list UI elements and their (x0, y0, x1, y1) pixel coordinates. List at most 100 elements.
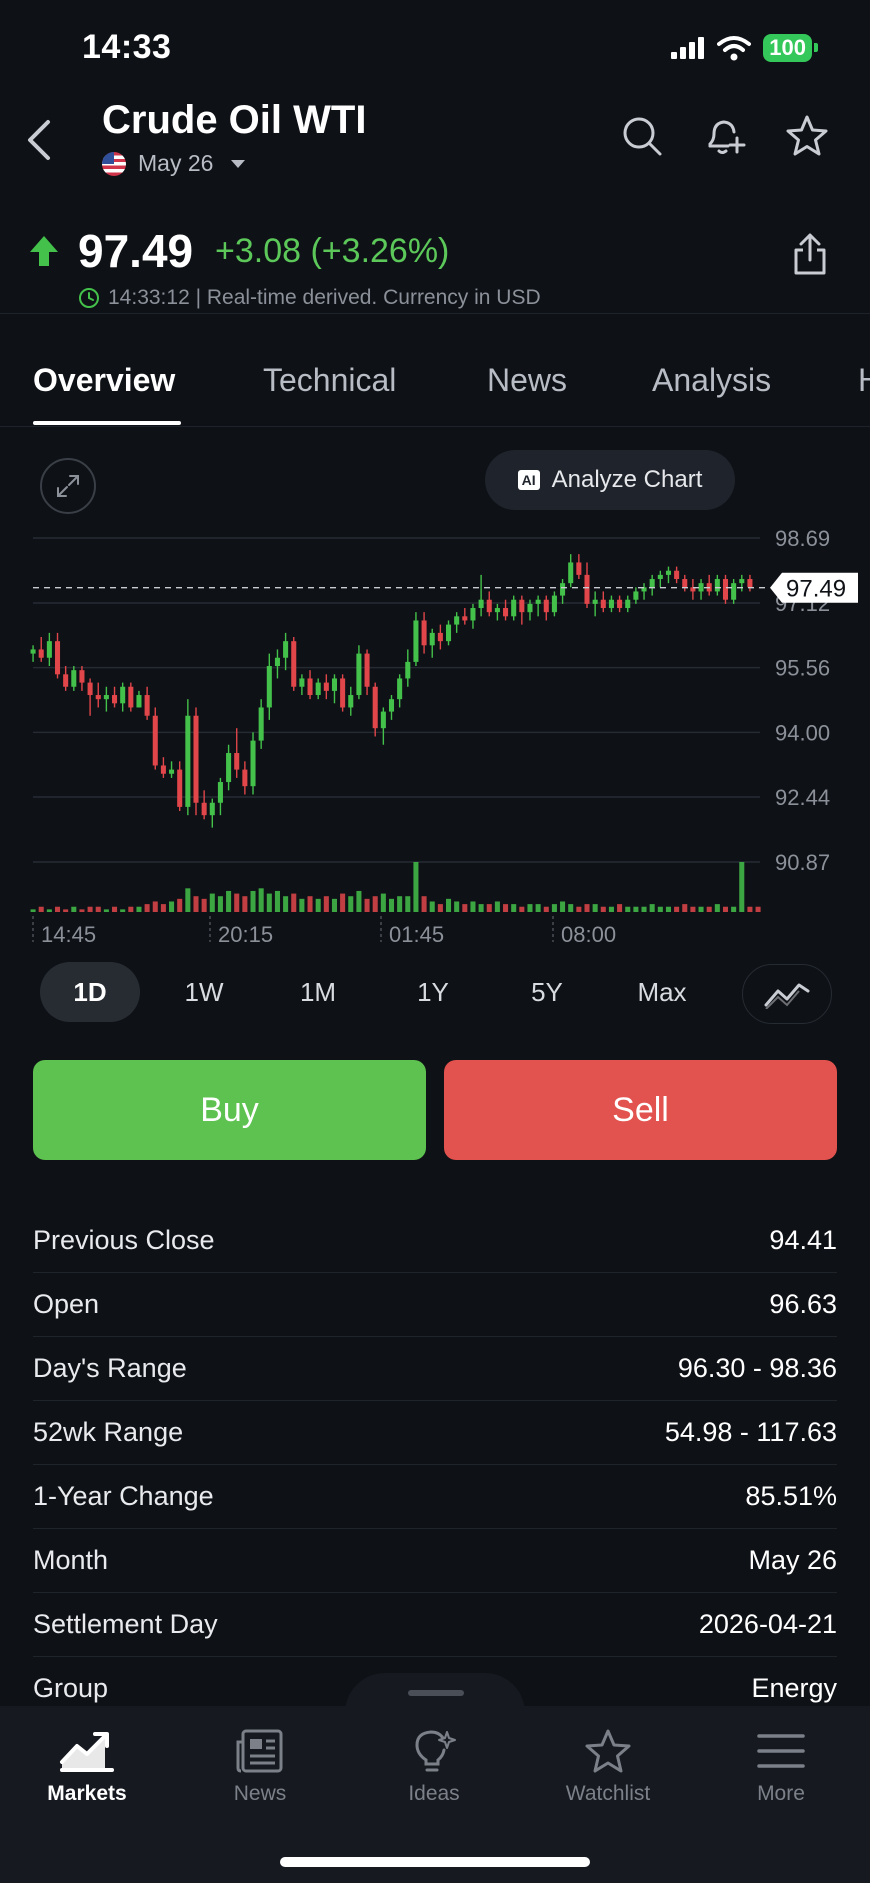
tab-technical[interactable]: Technical (263, 362, 396, 399)
candle-body (413, 620, 419, 662)
volume-bar (291, 893, 297, 912)
candle-body (258, 707, 264, 741)
candle-body (315, 682, 321, 696)
candle-body (209, 802, 215, 816)
sell-button[interactable]: Sell (444, 1060, 837, 1160)
tab-overflow[interactable]: H (858, 362, 870, 399)
candle-body (201, 802, 207, 816)
volume-bar (274, 890, 280, 912)
star-outline-icon[interactable] (784, 114, 830, 158)
nav-label: Watchlist (565, 1782, 651, 1805)
stat-label: Open (33, 1289, 100, 1319)
candle-body (30, 649, 36, 654)
volume-bar (584, 904, 590, 912)
sheet-drag-handle[interactable] (408, 1690, 464, 1696)
nav-watchlist[interactable]: Watchlist (533, 1728, 683, 1806)
volume-bar (380, 893, 386, 912)
nav-ideas[interactable]: Ideas (359, 1728, 509, 1806)
x-tick-label: 20:15 (218, 922, 273, 947)
candle-body (234, 753, 240, 770)
analyze-chart-label: Analyze Chart (551, 466, 703, 493)
candle-body (494, 608, 500, 613)
tab-analysis[interactable]: Analysis (652, 362, 771, 399)
price-chart[interactable]: 98.6997.1295.5694.0092.4490.8797.4914:45… (0, 520, 870, 950)
contract-selector[interactable]: May 26 (102, 150, 246, 177)
analyze-chart-button[interactable]: AI Analyze Chart (485, 450, 735, 510)
candle-body (299, 678, 305, 687)
volume-bar (112, 906, 118, 912)
stat-value: 54.98 - 117.63 (664, 1417, 837, 1447)
stat-label: Settlement Day (33, 1609, 218, 1639)
key-stats-list: Previous Close 94.41 Open 96.63 Day's Rang… (33, 1209, 837, 1721)
candle-body (193, 715, 199, 803)
volume-bar (747, 906, 753, 912)
last-price: 97.49 (78, 225, 194, 277)
volume-bar (519, 906, 525, 912)
period-1w[interactable]: 1W (154, 962, 254, 1022)
stat-label: Group (33, 1673, 109, 1703)
stat-row: 52wk Range 54.98 - 117.63 (33, 1401, 837, 1465)
share-icon[interactable] (792, 232, 828, 276)
volume-bar (503, 904, 509, 912)
volume-bar (217, 896, 223, 912)
nav-markets[interactable]: Markets (12, 1728, 162, 1806)
tab-overview[interactable]: Overview (33, 362, 175, 399)
stat-label: 1-Year Change (33, 1481, 214, 1511)
stat-label: Previous Close (33, 1225, 215, 1255)
status-time: 14:33 (82, 28, 172, 66)
candle-body (731, 583, 737, 600)
nav-news[interactable]: News (185, 1728, 335, 1806)
volume-bar (136, 906, 142, 912)
period-max[interactable]: Max (612, 962, 712, 1022)
candle-body (625, 599, 631, 609)
volume-bar (128, 906, 134, 912)
wifi-icon (717, 36, 752, 61)
volume-bar (356, 890, 362, 912)
candle-body (462, 616, 468, 621)
back-chevron-icon[interactable] (24, 118, 54, 162)
volume-bar (714, 904, 720, 912)
candle-body (38, 649, 44, 658)
stat-row: Settlement Day 2026-04-21 (33, 1593, 837, 1657)
y-tick-label: 95.56 (775, 656, 830, 681)
nav-more[interactable]: More (706, 1728, 856, 1806)
volume-bar (397, 896, 403, 912)
period-5y[interactable]: 5Y (497, 962, 597, 1022)
us-flag-icon (102, 151, 126, 176)
candle-body (250, 740, 256, 787)
volume-bar (413, 862, 419, 912)
period-1m[interactable]: 1M (268, 962, 368, 1022)
volume-bar (462, 904, 468, 912)
x-tick-label: 01:45 (389, 922, 444, 947)
period-1y[interactable]: 1Y (383, 962, 483, 1022)
nav-label: Markets (47, 1782, 127, 1805)
volume-bar (193, 896, 199, 912)
volume-bar (731, 906, 737, 912)
battery-indicator: 100 (763, 34, 818, 62)
bell-plus-icon[interactable] (702, 114, 746, 158)
line-chart-icon (764, 983, 810, 1009)
candle-body (421, 620, 427, 646)
volume-bar (511, 904, 517, 912)
newspaper-icon (236, 1729, 283, 1773)
volume-bar (160, 904, 166, 912)
stat-row: Previous Close 94.41 (33, 1209, 837, 1273)
candle-body (511, 599, 517, 617)
candle-body (63, 674, 69, 687)
stat-value: Energy (751, 1673, 837, 1703)
candle-body (478, 599, 484, 609)
candle-body (160, 765, 166, 774)
candle-body (535, 599, 541, 604)
expand-chart-button[interactable] (40, 458, 96, 514)
period-1d[interactable]: 1D (40, 962, 140, 1022)
chart-type-button[interactable] (742, 964, 832, 1024)
candle-body (87, 682, 93, 696)
candle-body (429, 632, 435, 646)
buy-button[interactable]: Buy (33, 1060, 426, 1160)
volume-bar (323, 896, 329, 912)
volume-bar (79, 909, 85, 912)
search-icon[interactable] (620, 114, 664, 158)
volume-bar (429, 901, 435, 912)
stat-value: 96.30 - 98.36 (677, 1353, 837, 1383)
tab-news[interactable]: News (487, 362, 567, 399)
